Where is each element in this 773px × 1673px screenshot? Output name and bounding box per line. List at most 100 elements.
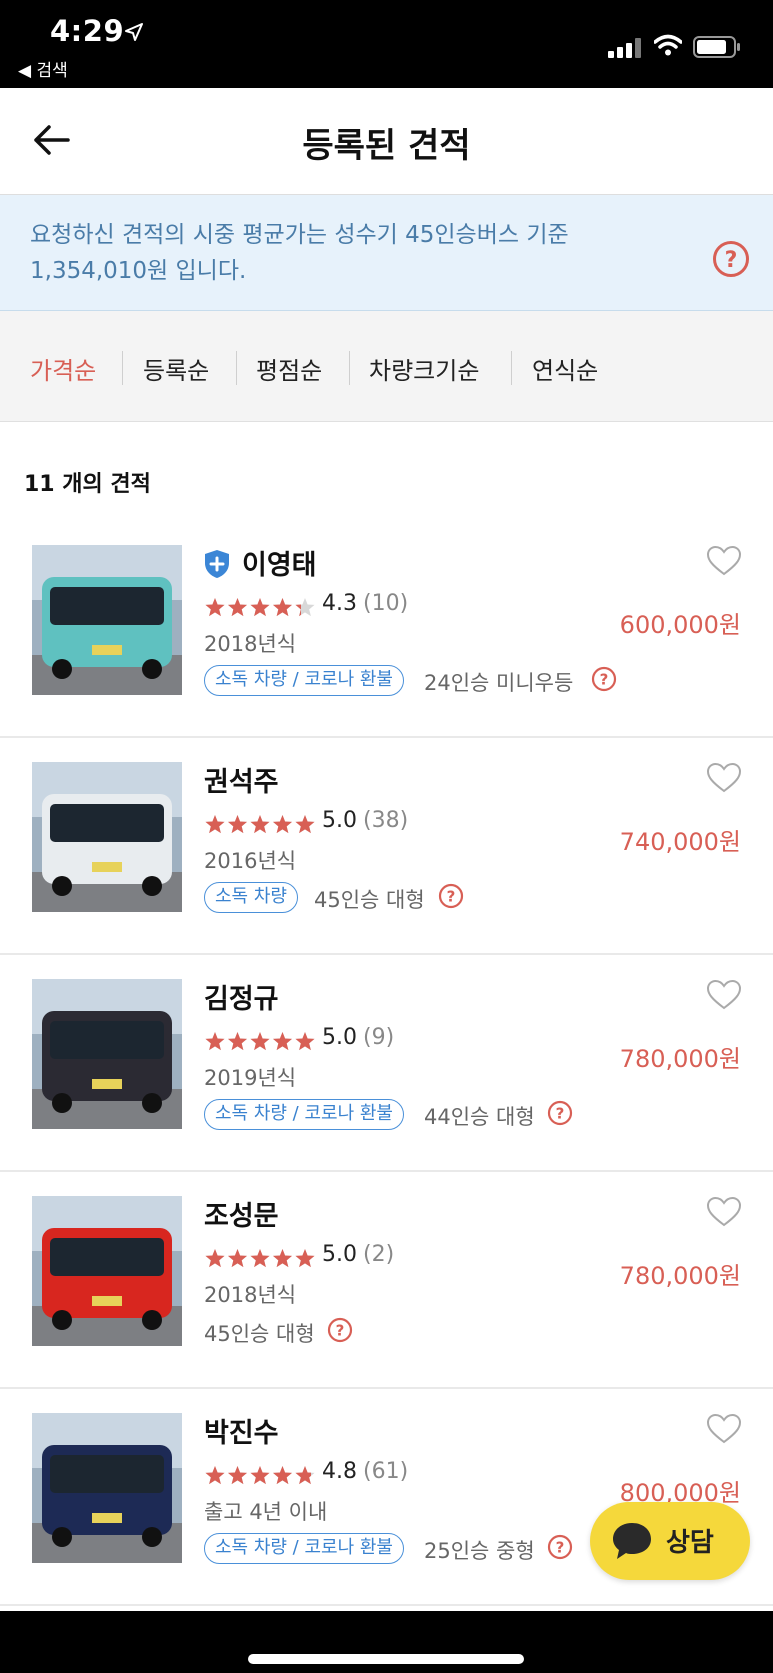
sort-divider <box>349 351 350 385</box>
cellular-signal-icon <box>608 38 641 58</box>
bus-illustration <box>32 979 182 1129</box>
question-circle-icon[interactable]: ? <box>712 240 750 278</box>
driver-name: 조성문 <box>204 1201 279 1232</box>
star-filled <box>272 1249 293 1268</box>
star-filled <box>272 1032 293 1051</box>
bus-illustration <box>32 1413 182 1563</box>
sort-divider <box>122 351 123 385</box>
star-filled <box>205 1032 225 1051</box>
star-filled <box>205 1249 225 1268</box>
bus-photo <box>32 1413 182 1563</box>
star-filled <box>295 1249 315 1268</box>
bus-illustration <box>32 545 182 695</box>
sort-model-year[interactable]: 연식순 <box>532 351 598 386</box>
model-year: 2018년식 <box>204 632 297 656</box>
star-filled <box>205 1466 225 1485</box>
bus-photo <box>32 979 182 1129</box>
rating: 5.0 (9) <box>322 1025 394 1050</box>
header: 등록된 견적 <box>0 88 773 195</box>
star-filled <box>295 1032 315 1051</box>
star-filled <box>250 1032 270 1051</box>
disinfection-badge: 소독 차량 <box>204 882 298 913</box>
star-filled <box>205 598 225 617</box>
verified-shield-icon <box>205 550 229 578</box>
star-filled <box>272 815 293 834</box>
star-filled <box>272 1466 293 1485</box>
star-rating-icon <box>205 1032 315 1051</box>
svg-text:?: ? <box>447 888 456 906</box>
star-filled <box>272 598 293 617</box>
quote-card[interactable]: 이영태 4.3 (10) 2018년식 소독 차량 / 코로나 환불 24인승 미… <box>0 521 773 738</box>
sort-divider <box>511 351 512 385</box>
driver-name: 이영태 <box>242 550 317 581</box>
review-count: (9) <box>363 1025 395 1050</box>
star-filled <box>250 598 270 617</box>
question-circle-icon[interactable]: ? <box>591 666 617 692</box>
disinfection-refund-badge: 소독 차량 / 코로나 환불 <box>204 665 404 696</box>
home-bar <box>0 1611 773 1673</box>
model-year: 2018년식 <box>204 1283 297 1307</box>
rating-value: 5.0 <box>322 1242 357 1267</box>
disinfection-refund-badge: 소독 차량 / 코로나 환불 <box>204 1099 404 1130</box>
quote-price: 740,000원 <box>619 828 741 856</box>
rating: 4.8 (61) <box>322 1459 408 1484</box>
sort-divider <box>236 351 237 385</box>
svg-text:?: ? <box>725 248 738 273</box>
star-rating-icon <box>205 1466 315 1485</box>
question-circle-icon[interactable]: ? <box>547 1534 573 1560</box>
driver-name: 김정규 <box>204 984 279 1015</box>
home-indicator[interactable] <box>248 1654 524 1664</box>
consult-chat-button[interactable]: 상담 <box>590 1502 750 1580</box>
status-bar: 4:29 ◀ 검색 <box>0 0 773 88</box>
heart-icon[interactable] <box>706 545 742 577</box>
quote-card[interactable]: 권석주 5.0 (38) 2016년식 소독 차량 45인승 대형 ? 740,0… <box>0 738 773 955</box>
sort-vehicle-size[interactable]: 차량크기순 <box>369 351 479 386</box>
average-price-notice: 요청하신 견적의 시중 평균가는 성수기 45인승버스 기준 1,354,010… <box>0 195 773 311</box>
review-count: (10) <box>363 591 409 616</box>
back-to-app-link[interactable]: ◀ 검색 <box>18 56 68 81</box>
vehicle-spec: 24인승 미니우등 <box>424 671 574 695</box>
vehicle-spec: 45인승 대형 <box>204 1322 315 1346</box>
sort-registered[interactable]: 등록순 <box>143 351 209 386</box>
heart-icon[interactable] <box>706 1196 742 1228</box>
rating: 5.0 (38) <box>322 808 408 833</box>
sort-rating[interactable]: 평점순 <box>256 351 322 386</box>
svg-text:?: ? <box>556 1105 565 1123</box>
rating: 5.0 (2) <box>322 1242 394 1267</box>
quote-card[interactable]: 조성문 5.0 (2) 2018년식 45인승 대형 ? 780,000원 <box>0 1172 773 1389</box>
driver-name: 권석주 <box>204 767 279 798</box>
question-circle-icon[interactable]: ? <box>547 1100 573 1126</box>
battery-icon <box>693 36 740 58</box>
quote-list: 11 개의 견적 이영태 4.3 (10) 2018년식 소독 차량 / 코로나 … <box>0 421 773 1611</box>
rating-value: 4.8 <box>322 1459 357 1484</box>
question-circle-icon[interactable]: ? <box>327 1317 353 1343</box>
star-filled <box>227 1466 248 1485</box>
heart-icon[interactable] <box>706 762 742 794</box>
sort-price[interactable]: 가격순 <box>30 351 96 386</box>
review-count: (38) <box>363 808 409 833</box>
model-year: 2019년식 <box>204 1066 297 1090</box>
vehicle-spec: 45인승 대형 <box>314 888 425 912</box>
review-count: (61) <box>363 1459 409 1484</box>
disinfection-refund-badge: 소독 차량 / 코로나 환불 <box>204 1533 404 1564</box>
quote-card[interactable]: 김정규 5.0 (9) 2019년식 소독 차량 / 코로나 환불 44인승 대형… <box>0 955 773 1172</box>
star-filled <box>250 815 270 834</box>
star-filled <box>295 815 315 834</box>
heart-icon[interactable] <box>706 1413 742 1445</box>
bus-illustration <box>32 762 182 912</box>
app-screen: 등록된 견적 요청하신 견적의 시중 평균가는 성수기 45인승버스 기준 1,… <box>0 88 773 1611</box>
star-filled <box>227 815 248 834</box>
quote-price: 780,000원 <box>619 1045 741 1073</box>
heart-icon[interactable] <box>706 979 742 1011</box>
rating-value: 5.0 <box>322 808 357 833</box>
model-year: 출고 4년 이내 <box>204 1500 328 1524</box>
vehicle-spec: 25인승 중형 <box>424 1539 535 1563</box>
question-circle-icon[interactable]: ? <box>438 883 464 909</box>
star-rating-icon <box>205 1249 315 1268</box>
svg-text:?: ? <box>336 1322 345 1340</box>
driver-name: 박진수 <box>204 1418 279 1449</box>
bus-photo <box>32 1196 182 1346</box>
bus-photo <box>32 545 182 695</box>
star-filled <box>205 815 225 834</box>
notice-text: 요청하신 견적의 시중 평균가는 성수기 45인승버스 기준 1,354,010… <box>30 222 569 284</box>
